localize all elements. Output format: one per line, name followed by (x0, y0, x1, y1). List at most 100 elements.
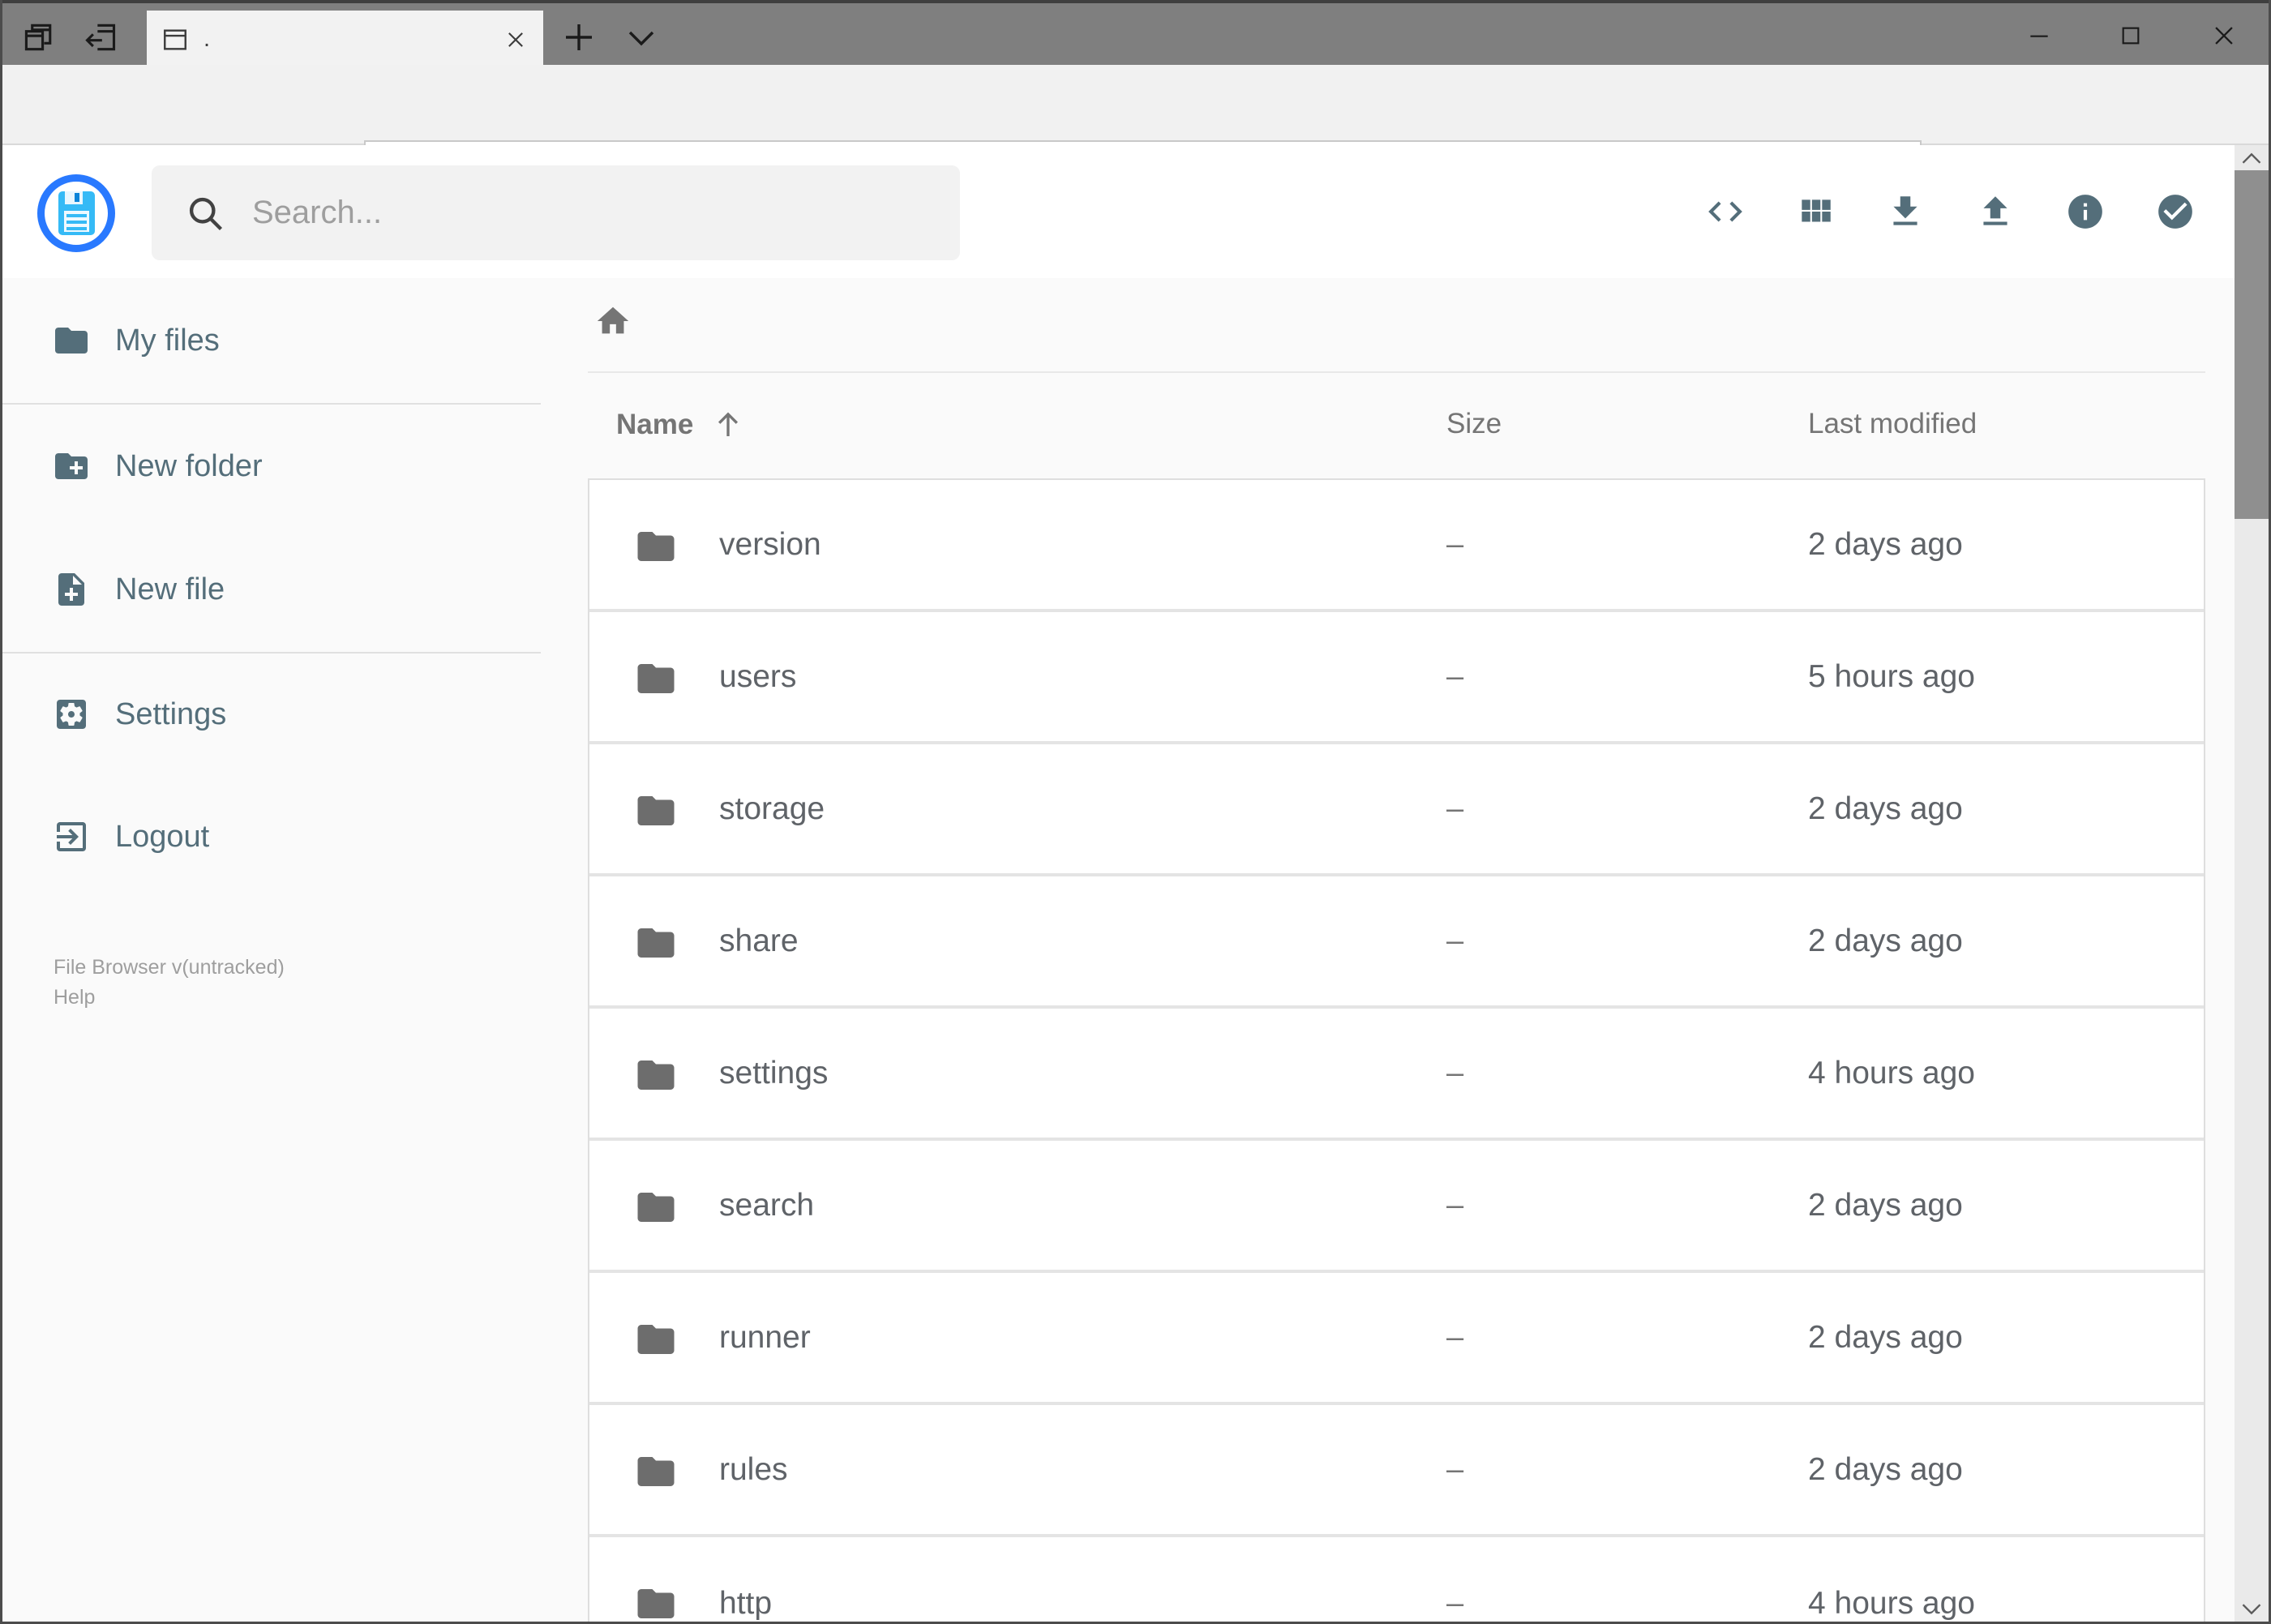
maximize-button[interactable] (2094, 11, 2167, 60)
sidebar-item-new-file[interactable]: New file (2, 554, 541, 625)
filebrowser-logo[interactable] (37, 174, 115, 252)
file-row-users[interactable]: users – 5 hours ago (589, 612, 2204, 744)
new-tab-button[interactable] (559, 18, 598, 57)
sidebar-item-label: Settings (115, 696, 227, 731)
folder-icon (637, 532, 675, 561)
info-icon[interactable] (2065, 191, 2106, 232)
browser-window: . Search... My files New folder New file… (0, 0, 2271, 1624)
file-modified: 4 hours ago (1808, 1055, 1975, 1091)
sidebar-item-settings[interactable]: Settings (2, 679, 541, 750)
file-modified: 2 days ago (1808, 1187, 1963, 1223)
content-area: My files New folder New file Settings Lo… (2, 278, 2269, 1622)
sidebar-divider (2, 403, 541, 405)
sidebar-footer: File Browser v(untracked) Help (54, 953, 285, 1013)
logout-icon (57, 822, 86, 851)
file-row-settings[interactable]: settings – 4 hours ago (589, 1009, 2204, 1141)
file-row-runner[interactable]: runner – 2 days ago (589, 1273, 2204, 1405)
column-header-name[interactable]: Name (616, 408, 745, 442)
code-view-icon[interactable] (1705, 191, 1746, 232)
file-modified: 2 days ago (1808, 791, 1963, 826)
breadcrumb-home-icon[interactable] (594, 302, 632, 341)
sidebar-item-label: Logout (115, 819, 210, 854)
search-input[interactable]: Search... (152, 165, 960, 260)
file-size: – (1446, 659, 1464, 693)
sidebar-item-label: New folder (115, 448, 263, 483)
file-row-share[interactable]: share – 2 days ago (589, 876, 2204, 1009)
tab-bar: . (2, 0, 2269, 68)
sidebar-item-label: My files (115, 323, 220, 358)
listing-divider (588, 371, 2205, 373)
tab-preview-icon[interactable] (21, 19, 57, 55)
version-text: File Browser v(untracked) (54, 956, 285, 979)
file-name: share (719, 923, 799, 958)
file-row-storage[interactable]: storage – 2 days ago (589, 744, 2204, 876)
file-modified: 2 days ago (1808, 1451, 1963, 1487)
sidebar-divider (2, 652, 541, 653)
file-modified: 4 hours ago (1808, 1585, 1975, 1621)
sidebar-item-label: New file (115, 572, 225, 606)
folder-icon (637, 1061, 675, 1090)
file-name: http (719, 1585, 773, 1621)
folder-icon (55, 328, 88, 354)
file-size: – (1446, 1452, 1464, 1486)
folder-icon (637, 664, 675, 693)
column-label: Size (1446, 408, 1502, 439)
scroll-down-icon[interactable] (2240, 1601, 2263, 1618)
new-folder-icon (55, 453, 88, 479)
search-placeholder: Search... (252, 195, 383, 230)
file-listing: version – 2 days ago users – 5 hours ago… (588, 478, 2205, 1622)
file-modified: 2 days ago (1808, 1319, 1963, 1355)
tab-close-icon[interactable] (499, 24, 532, 56)
file-size: – (1446, 527, 1464, 561)
page-icon (164, 28, 186, 50)
column-header-modified[interactable]: Last modified (1808, 408, 1977, 440)
grid-view-icon[interactable] (1795, 191, 1836, 232)
file-name: users (719, 658, 797, 694)
file-row-http[interactable]: http – 4 hours ago (589, 1537, 2204, 1622)
scrollbar-thumb[interactable] (2235, 170, 2269, 519)
show-tab-previews-icon[interactable] (622, 18, 661, 57)
folder-icon (637, 1589, 675, 1618)
folder-icon (637, 1325, 675, 1354)
file-size: – (1446, 791, 1464, 825)
file-modified: 2 days ago (1808, 526, 1963, 562)
upload-icon[interactable] (1975, 191, 2016, 232)
folder-icon (637, 1193, 675, 1222)
select-multiple-icon[interactable] (2155, 191, 2196, 232)
download-icon[interactable] (1885, 191, 1926, 232)
sidebar-item-new-folder[interactable]: New folder (2, 431, 541, 502)
help-link[interactable]: Help (54, 983, 285, 1013)
column-header-size[interactable]: Size (1446, 408, 1502, 440)
file-size: – (1446, 923, 1464, 958)
folder-icon (637, 1457, 675, 1486)
settings-gear-icon (57, 700, 86, 729)
navigation-bar: filebrowser.web/files/ (2, 65, 2269, 199)
new-file-icon (58, 573, 84, 606)
column-label: Name (616, 409, 694, 440)
file-modified: 2 days ago (1808, 923, 1963, 958)
scroll-up-icon[interactable] (2240, 150, 2263, 166)
file-row-search[interactable]: search – 2 days ago (589, 1141, 2204, 1273)
file-name: version (719, 526, 821, 562)
filebrowser-header: Search... (2, 145, 2269, 278)
file-name: runner (719, 1319, 811, 1355)
file-name: storage (719, 791, 825, 826)
active-tab[interactable]: . (147, 11, 543, 68)
file-row-rules[interactable]: rules – 2 days ago (589, 1405, 2204, 1537)
file-name: rules (719, 1451, 788, 1487)
tab-title: . (204, 26, 211, 52)
set-tabs-aside-icon[interactable] (83, 19, 118, 55)
file-size: – (1446, 1188, 1464, 1222)
sort-asc-icon (718, 412, 739, 436)
search-icon (189, 197, 223, 230)
sidebar-item-logout[interactable]: Logout (2, 801, 541, 872)
file-size: – (1446, 1056, 1464, 1090)
file-size: – (1446, 1320, 1464, 1354)
file-modified: 5 hours ago (1808, 658, 1975, 694)
sidebar-item-my-files[interactable]: My files (2, 305, 541, 376)
minimize-button[interactable] (2003, 11, 2076, 60)
file-row-version[interactable]: version – 2 days ago (589, 480, 2204, 612)
page-scrollbar[interactable] (2235, 145, 2269, 1622)
header-actions (1705, 145, 2196, 278)
close-button[interactable] (2187, 11, 2260, 60)
